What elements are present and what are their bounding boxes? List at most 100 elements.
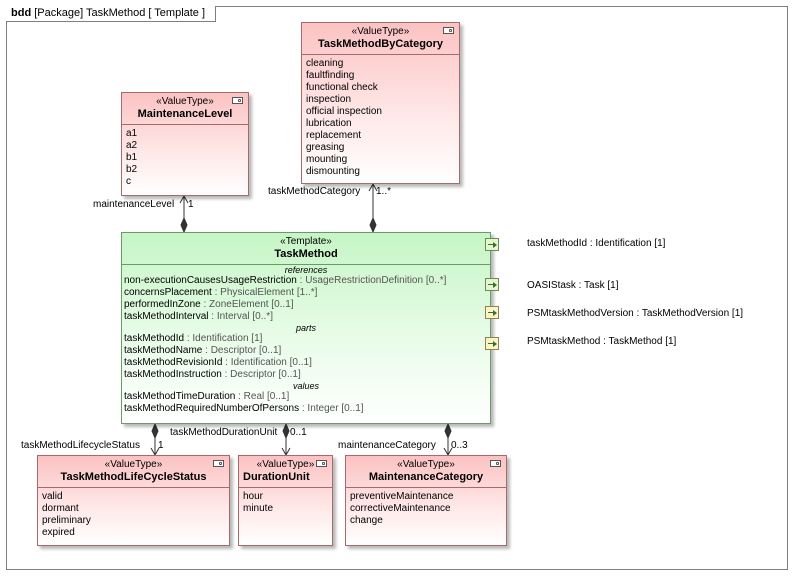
literal: c (126, 176, 131, 187)
property-name: taskMethodRequiredNumberOfPersons (124, 403, 300, 414)
block-task-method-lifecycle-status[interactable]: «ValueType» TaskMethodLifeCycleStatus va… (37, 455, 230, 546)
literal: b1 (126, 152, 138, 163)
compartment-parts: parts taskMethodId : Identification [1] … (122, 323, 490, 381)
enumeration-literals: cleaning faultfinding functional check i… (302, 55, 459, 178)
property-row[interactable]: performedInZone : ZoneElement [0..1] (122, 299, 490, 311)
literal: preventiveMaintenance (350, 491, 454, 502)
block-maintenance-category[interactable]: «ValueType» MaintenanceCategory preventi… (345, 455, 507, 546)
enumeration-literals: valid dormant preliminary expired (38, 488, 229, 539)
property-row[interactable]: taskMethodTimeDuration : Real [0..1] (122, 391, 490, 403)
literal: greasing (306, 142, 345, 153)
compartment-references: references non-executionCausesUsageRestr… (122, 265, 490, 323)
property-type: : Descriptor [0..1] (221, 369, 301, 380)
enumeration-literals: preventiveMaintenance correctiveMaintena… (346, 488, 506, 527)
composition-diamond-duration-unit (282, 422, 290, 440)
property-row[interactable]: taskMethodRequiredNumberOfPersons : Inte… (122, 403, 490, 415)
port-yellow-icon[interactable] (485, 337, 499, 350)
property-name: taskMethodId (124, 333, 185, 344)
literal: faultfinding (306, 70, 355, 81)
property-name: taskMethodName (124, 345, 203, 356)
composition-diamond-lifecycle-status (151, 422, 159, 440)
value-type-icon (490, 460, 501, 467)
block-stereotype: «Template» (280, 236, 332, 247)
port-label: PSMtaskMethod : TaskMethod [1] (527, 336, 677, 347)
block-task-method[interactable]: «Template» TaskMethod references non-exe… (121, 232, 491, 424)
literal: hour (243, 491, 264, 502)
property-name: taskMethodInterval (124, 311, 209, 322)
literal: official inspection (306, 106, 382, 117)
port-label: OASIStask : Task [1] (527, 280, 619, 291)
property-type: : ZoneElement [0..1] (200, 299, 294, 310)
literal: functional check (306, 82, 378, 93)
port-green-icon[interactable] (485, 238, 499, 251)
property-name: taskMethodInstruction (124, 369, 222, 380)
port-label: PSMtaskMethodVersion : TaskMethodVersion… (527, 308, 744, 319)
port-yellow-icon[interactable] (485, 306, 499, 319)
property-row[interactable]: taskMethodId : Identification [1] (122, 333, 490, 345)
value-type-icon (443, 27, 454, 34)
composition-diamond-maintenance-level (180, 216, 188, 234)
block-stereotype: «ValueType» (351, 26, 410, 37)
role-label-duration-unit: taskMethodDurationUnit (170, 427, 278, 438)
block-stereotype: «ValueType» (156, 96, 214, 107)
property-name: taskMethodRevisionId (124, 357, 223, 368)
block-name: DurationUnit (243, 471, 310, 483)
role-label-maintenance-level: maintenanceLevel (93, 199, 175, 210)
property-row[interactable]: taskMethodName : Descriptor [0..1] (122, 345, 490, 357)
enumeration-literals: a1 a2 b1 b2 c (122, 125, 248, 188)
literal: preliminary (42, 515, 91, 526)
block-task-method-by-category[interactable]: «ValueType» TaskMethodByCategory cleanin… (301, 22, 460, 184)
block-header: «Template» TaskMethod (122, 233, 490, 265)
block-stereotype: «ValueType» (397, 459, 455, 470)
composition-diamond-maintenance-category (444, 422, 452, 440)
literal: inspection (306, 94, 352, 105)
literal: mounting (306, 154, 348, 165)
literal: cleaning (306, 58, 344, 69)
literal: lubrication (306, 118, 352, 129)
compartment-title: references (284, 265, 328, 275)
block-name: TaskMethodByCategory (317, 38, 444, 50)
block-name: TaskMethod (274, 248, 338, 260)
role-label-lifecycle-status: taskMethodLifecycleStatus (21, 440, 140, 451)
property-row[interactable]: taskMethodRevisionId : Identification [0… (122, 357, 490, 369)
value-type-icon (232, 97, 243, 104)
literal: a1 (126, 128, 138, 139)
block-header: «ValueType» TaskMethodLifeCycleStatus (38, 456, 229, 488)
multiplicity-label-task-method-category: 1..* (376, 186, 392, 197)
multiplicity-label-lifecycle-status: 1 (158, 440, 164, 451)
literal: dismounting (306, 166, 360, 177)
block-duration-unit[interactable]: «ValueType» DurationUnit hour minute (238, 455, 333, 546)
property-name: concernsPlacement (124, 287, 212, 298)
property-type: : Interval [0..*] (208, 311, 273, 322)
compartment-title: parts (295, 323, 316, 333)
property-name: performedInZone (124, 299, 201, 310)
block-header: «ValueType» MaintenanceCategory (346, 456, 506, 488)
block-maintenance-level[interactable]: «ValueType» MaintenanceLevel a1 a2 b1 b2… (121, 92, 249, 196)
enumeration-literals: hour minute (239, 488, 332, 515)
port-label: taskMethodId : Identification [1] (527, 238, 666, 249)
value-type-icon (316, 460, 327, 467)
block-header: «ValueType» TaskMethodByCategory (302, 23, 459, 55)
literal: b2 (126, 164, 138, 175)
property-row[interactable]: taskMethodInstruction : Descriptor [0..1… (122, 369, 490, 381)
compartment-title: values (292, 381, 319, 391)
property-type: : Real [0..1] (235, 391, 290, 402)
property-name: non-executionCausesUsageRestriction (124, 275, 297, 286)
literal: minute (243, 503, 274, 514)
property-type: : UsageRestrictionDefinition [0..*] (296, 275, 447, 286)
literal: replacement (306, 130, 362, 141)
property-row[interactable]: concernsPlacement : PhysicalElement [1..… (122, 287, 490, 299)
property-type: : PhysicalElement [1..*] (211, 287, 318, 298)
composition-diamond-task-method-category (369, 216, 377, 234)
block-name: TaskMethodLifeCycleStatus (60, 471, 207, 483)
literal: change (350, 515, 383, 526)
property-row[interactable]: non-executionCausesUsageRestriction : Us… (122, 275, 490, 287)
value-type-icon (213, 460, 224, 467)
block-name: MaintenanceCategory (368, 471, 484, 483)
block-name: MaintenanceLevel (137, 108, 233, 120)
literal: correctiveMaintenance (350, 503, 451, 514)
multiplicity-label-maintenance-level: 1 (188, 199, 194, 210)
port-green-icon[interactable] (485, 278, 499, 291)
property-row[interactable]: taskMethodInterval : Interval [0..*] (122, 311, 490, 323)
literal: valid (42, 491, 63, 502)
